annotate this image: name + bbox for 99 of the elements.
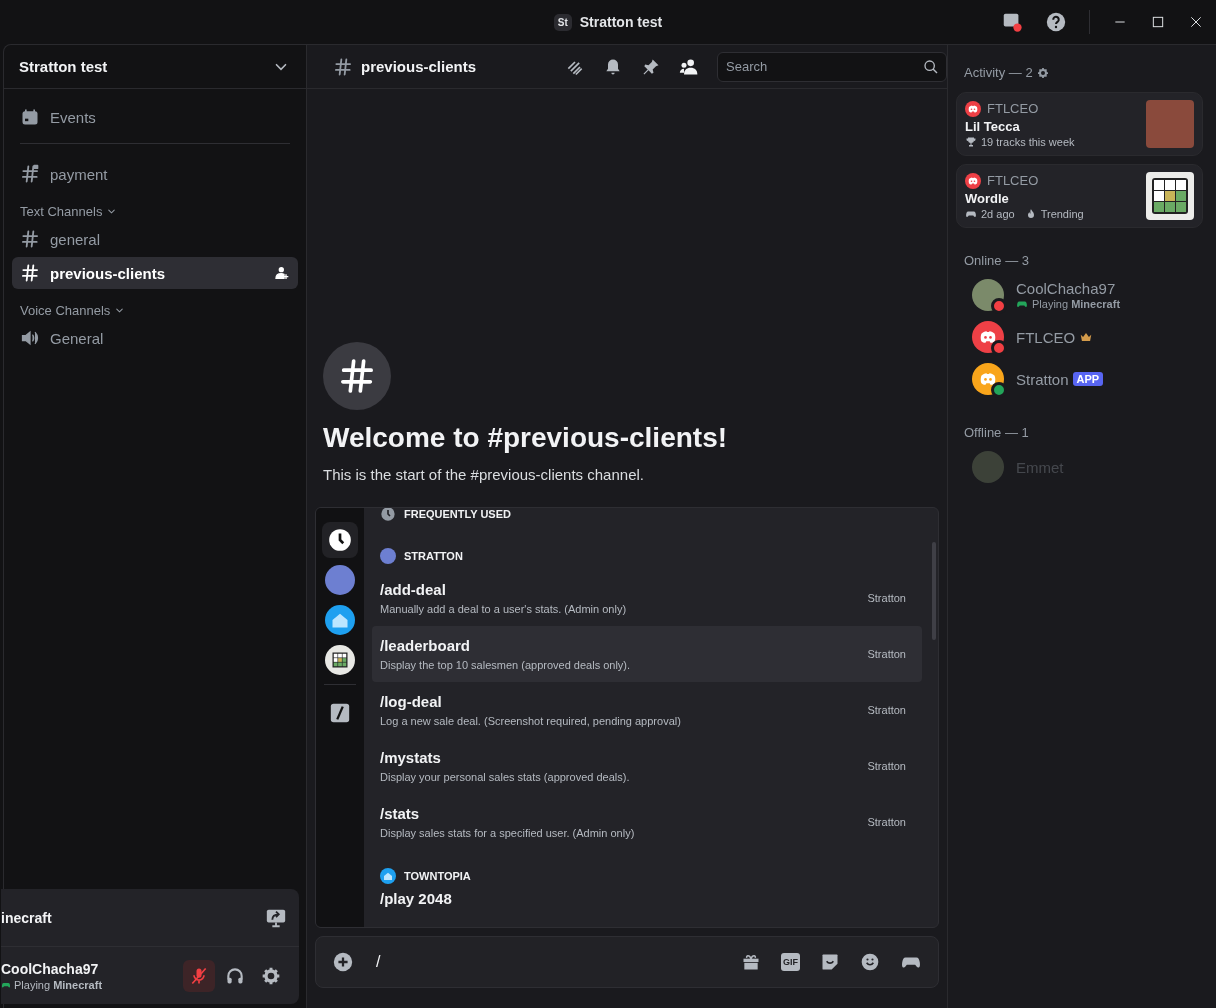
- activity-card[interactable]: FTLCEO Wordle 2d ago Trending: [956, 164, 1203, 228]
- close-icon[interactable]: [1188, 14, 1204, 30]
- member-name: CoolChacha97: [1016, 280, 1116, 297]
- command-description: Manually add a deal to a user's stats. (Admin only): [380, 603, 628, 615]
- channel-item[interactable]: General: [12, 322, 298, 354]
- trophy-icon: [965, 135, 977, 148]
- photo-placeholder: [1146, 100, 1194, 148]
- category-header[interactable]: Voice Channels: [20, 303, 298, 318]
- command-name: /add-deal: [380, 581, 447, 598]
- section-title: FREQUENTLY USED: [404, 508, 511, 520]
- command-item[interactable]: /add-deal Manually add a deal to a user's stats. (Admin only) Stratton: [372, 570, 922, 626]
- message-input[interactable]: /: [370, 952, 725, 972]
- logo-icon: [965, 100, 981, 117]
- member-item[interactable]: CoolChacha97 Playing Minecraft: [956, 274, 1203, 316]
- command-name: /leaderboard: [380, 637, 472, 654]
- category-button[interactable]: [322, 522, 358, 558]
- command-source: Stratton: [867, 704, 906, 716]
- section-title: Offline — 1: [964, 425, 1029, 440]
- command-source: Stratton: [867, 816, 906, 828]
- search-field[interactable]: Search: [717, 51, 947, 82]
- logo-icon: [965, 172, 981, 189]
- locked-hash-icon: [20, 164, 40, 184]
- welcome-subtitle: This is the start of the #previous-clients channel.: [323, 466, 645, 483]
- help-icon[interactable]: [1045, 11, 1067, 33]
- card-user: FTLCEO: [987, 173, 1039, 188]
- member-name: FTLCEO: [1016, 328, 1076, 346]
- section-title: TOWNTOPIA: [404, 870, 471, 882]
- member-name: Stratton: [1016, 370, 1069, 388]
- section-title: Activity — 2: [964, 65, 1033, 80]
- command-description: Log a new sale deal. (Screenshot required, pending approval): [380, 715, 682, 727]
- command-description: Display sales stats for a specified user. (Admin only): [380, 827, 636, 839]
- maximize-icon[interactable]: [1150, 14, 1166, 30]
- member-item[interactable]: FTLCEO: [956, 316, 1203, 358]
- command-item[interactable]: /mystats Display your personal sales stats (approved deals). Stratton: [372, 738, 922, 794]
- mic-off-icon: [189, 965, 209, 986]
- events-item[interactable]: Events: [12, 101, 298, 133]
- welcome-title: Welcome to #previous-clients!: [323, 422, 729, 454]
- app-tag: APP: [1072, 372, 1104, 386]
- invite-icon: [274, 265, 290, 281]
- slash-icon: [329, 702, 351, 724]
- speaker-icon: [20, 328, 40, 348]
- command-source: Stratton: [867, 592, 906, 604]
- grid-icon: [1152, 178, 1188, 214]
- avatar-placeholder: [972, 279, 1004, 311]
- calendar-icon: [20, 107, 40, 127]
- screen-alert-icon[interactable]: [1001, 11, 1023, 33]
- command-name: /play 2048: [380, 890, 453, 907]
- emoji-icon[interactable]: [860, 952, 880, 972]
- section-title: STRATTON: [404, 550, 463, 562]
- command-description: Display your personal sales stats (approved deals).: [380, 771, 631, 783]
- command-item[interactable]: /play 2048: [372, 890, 922, 918]
- chevron-down-icon: [106, 206, 118, 217]
- server-name[interactable]: Stratton test: [19, 58, 108, 75]
- channel-item[interactable]: general: [12, 223, 298, 255]
- command-name: /stats: [380, 805, 421, 822]
- hash-icon: [20, 229, 40, 249]
- hash-icon: [20, 263, 40, 283]
- sticker-icon[interactable]: [820, 952, 840, 972]
- card-user: FTLCEO: [987, 101, 1039, 116]
- gif-button[interactable]: GIF: [781, 953, 800, 971]
- category-name: Text Channels: [20, 204, 103, 219]
- gift-icon[interactable]: [741, 952, 761, 972]
- member-item[interactable]: Stratton APP: [956, 358, 1203, 400]
- category-header[interactable]: Text Channels: [20, 204, 298, 219]
- plus-icon[interactable]: [332, 951, 354, 973]
- status-text: Playing Minecraft: [14, 978, 103, 991]
- card-detail: 19 tracks this week: [981, 135, 1075, 148]
- card-detail: Trending: [1040, 207, 1084, 220]
- window-title: Stratton test: [579, 14, 663, 30]
- channel-item[interactable]: previous-clients: [12, 257, 298, 289]
- headphones-icon: [225, 965, 245, 986]
- command-item[interactable]: /leaderboard Display the top 10 salesmen (approved deals only). Stratton: [372, 626, 922, 682]
- card-title: Wordle: [965, 190, 1010, 206]
- category-name: Voice Channels: [20, 303, 111, 318]
- mute-button[interactable]: [183, 959, 215, 992]
- activity-name: inecraft: [1, 909, 52, 926]
- avatar-placeholder: [972, 451, 1004, 483]
- channel-item[interactable]: payment: [12, 158, 298, 190]
- activity-card[interactable]: FTLCEO Lil Tecca 19 tracks this week: [956, 92, 1203, 156]
- command-item[interactable]: /stats Display sales stats for a specified user. (Admin only) Stratton: [372, 794, 922, 850]
- channel-title: previous-clients: [361, 58, 478, 75]
- card-title: Lil Tecca: [965, 118, 1021, 134]
- command-description: Display the top 10 salesmen (approved deals only).: [380, 659, 632, 671]
- command-item[interactable]: /log-deal Log a new sale deal. (Screenshot required, pending approval) Stratton: [372, 682, 922, 738]
- command-name: /log-deal: [380, 693, 443, 710]
- section-title: Online — 3: [964, 253, 1030, 268]
- hash-icon: [333, 56, 353, 77]
- activity-text: Playing Minecraft: [1032, 298, 1121, 310]
- command-source: Stratton: [867, 648, 906, 660]
- card-detail: 2d ago: [981, 207, 1015, 220]
- command-name: /mystats: [380, 749, 442, 766]
- clock-icon: [327, 527, 353, 553]
- username: CoolChacha97: [1, 960, 100, 977]
- server-badge: St: [553, 13, 572, 31]
- search-icon: [923, 58, 939, 75]
- chevron-down-icon: [114, 305, 126, 316]
- settings-icon[interactable]: [1036, 66, 1049, 79]
- command-source: Stratton: [867, 760, 906, 772]
- settings-icon: [261, 965, 281, 986]
